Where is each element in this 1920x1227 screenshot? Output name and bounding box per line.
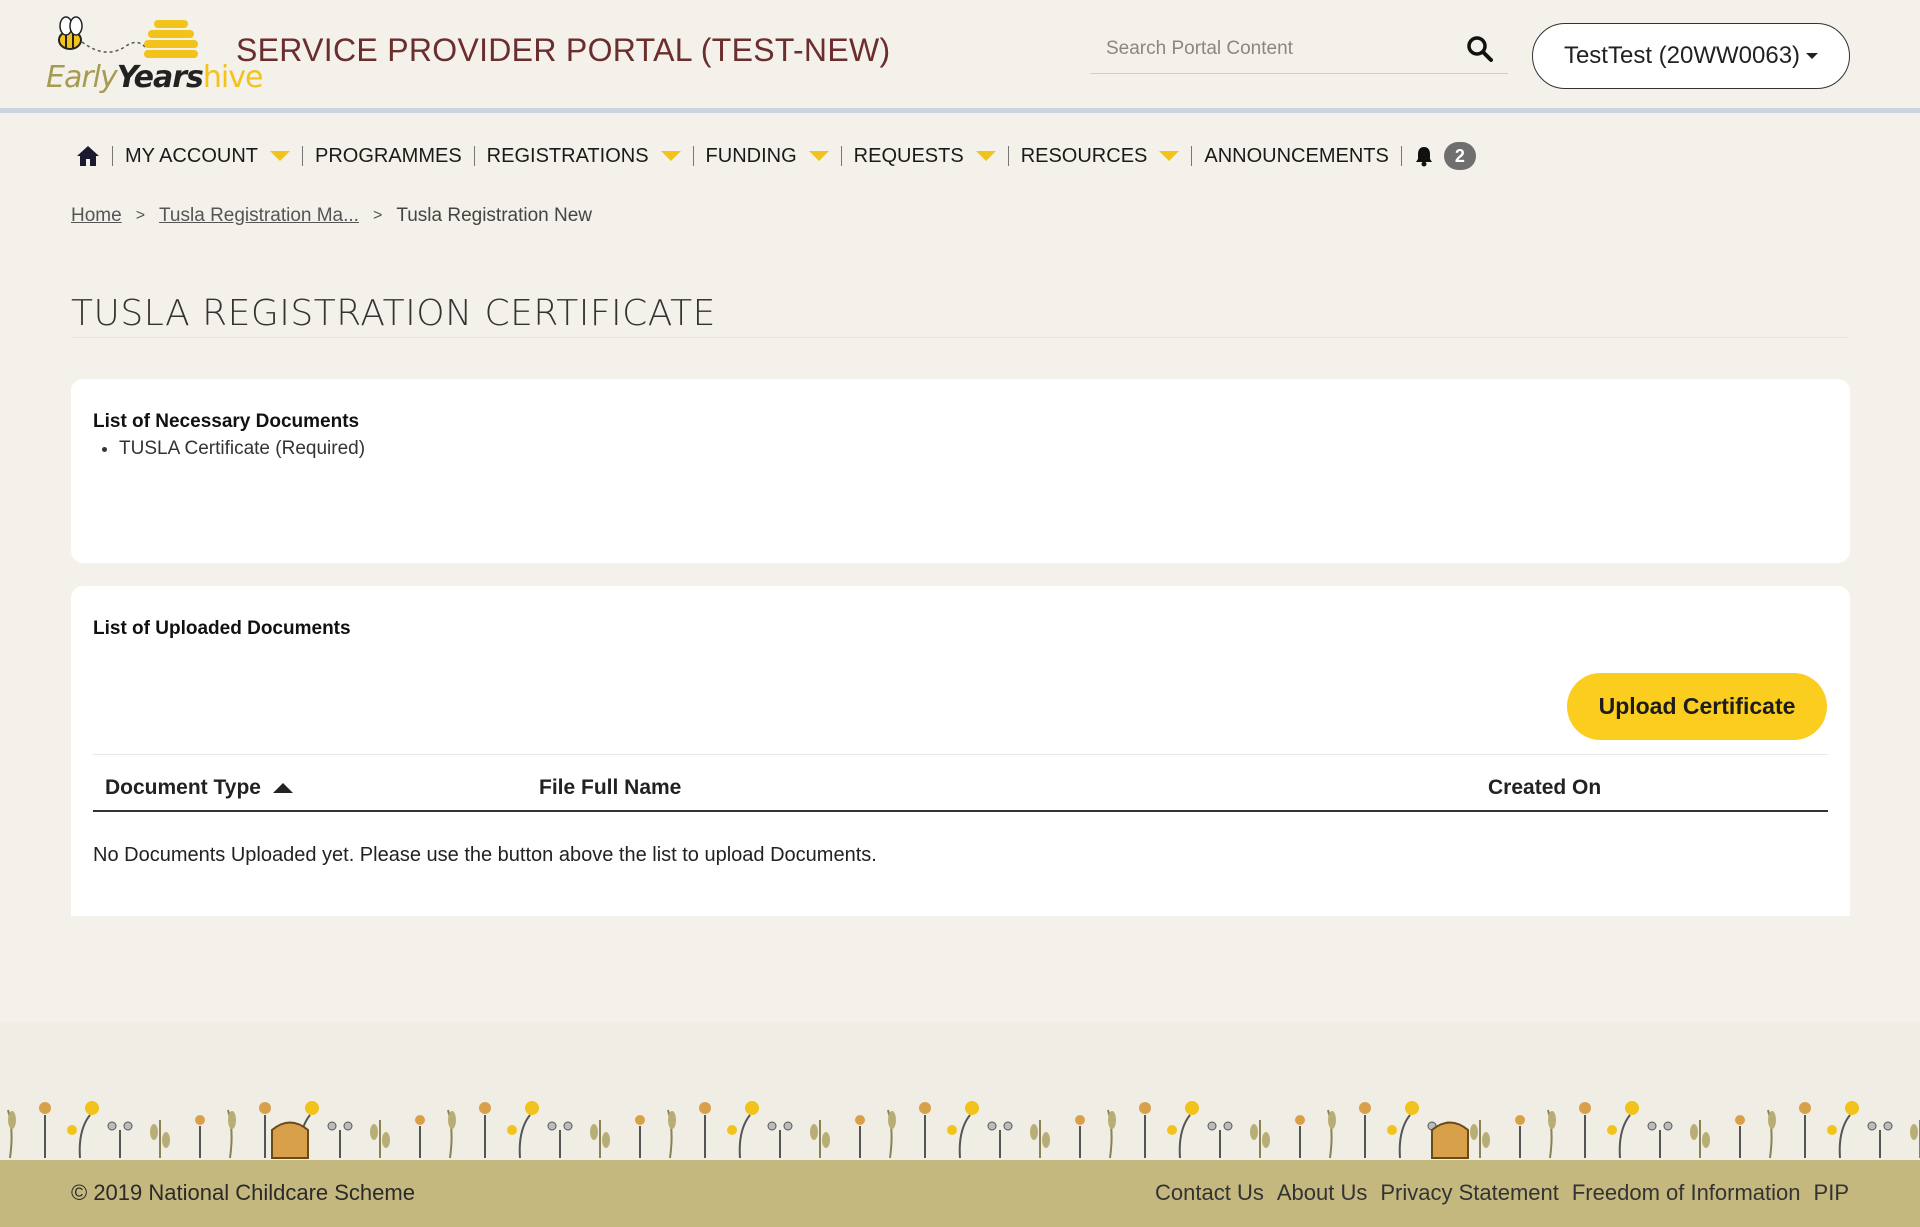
footer-flower-decoration <box>0 1022 1920 1160</box>
copyright-text: © 2019 National Childcare Scheme <box>71 1180 415 1205</box>
main-nav: MY ACCOUNT PROGRAMMES REGISTRATIONS FUND… <box>76 140 1476 172</box>
dropdown-arrow-icon <box>1159 151 1180 161</box>
footer-bar: © 2019 National Childcare Scheme Contact… <box>0 1160 1920 1227</box>
nav-label: PROGRAMMES <box>314 144 462 167</box>
necessary-documents-panel: List of Necessary Documents TUSLA Certif… <box>71 379 1850 563</box>
nav-label: REGISTRATIONS <box>486 144 649 167</box>
nav-label: ANNOUNCEMENTS <box>1204 144 1389 167</box>
nav-notifications[interactable]: 2 <box>1414 142 1476 170</box>
nav-label: REQUESTS <box>853 144 964 167</box>
nav-my-account[interactable]: MY ACCOUNT <box>125 145 290 168</box>
empty-table-message: No Documents Uploaded yet. Please use th… <box>93 844 877 866</box>
search-icon[interactable] <box>1466 35 1494 63</box>
table-divider <box>93 754 1828 755</box>
footer-link-about-us[interactable]: About Us <box>1277 1180 1368 1206</box>
portal-title: SERVICE PROVIDER PORTAL (TEST-NEW) <box>236 32 891 68</box>
nav-label: MY ACCOUNT <box>125 144 258 167</box>
nav-label: FUNDING <box>705 144 797 167</box>
necessary-documents-list: TUSLA Certificate (Required) <box>119 438 365 460</box>
site-header: EarlyYearshive SERVICE PROVIDER PORTAL (… <box>0 0 1920 113</box>
nav-divider <box>692 146 694 166</box>
nav-home[interactable] <box>76 145 100 167</box>
nav-requests[interactable]: REQUESTS <box>854 145 996 168</box>
nav-divider <box>112 146 113 166</box>
breadcrumb-separator: > <box>135 207 146 224</box>
column-header-created-on[interactable]: Created On <box>1488 776 1601 800</box>
uploaded-documents-heading: List of Uploaded Documents <box>93 618 351 639</box>
nav-divider <box>301 146 303 166</box>
chevron-down-icon <box>1806 53 1819 59</box>
search-bar <box>1090 26 1508 74</box>
page-title: TUSLA REGISTRATION CERTIFICATE <box>71 293 716 334</box>
breadcrumb-home-link[interactable]: Home <box>71 205 122 227</box>
footer-link-contact-us[interactable]: Contact Us <box>1155 1180 1264 1206</box>
account-menu-button[interactable]: TestTest (20WW0063) <box>1532 23 1850 89</box>
home-icon <box>77 146 99 166</box>
column-header-file-full-name[interactable]: File Full Name <box>539 776 681 800</box>
breadcrumb-separator: > <box>372 207 383 224</box>
nav-divider <box>473 146 475 166</box>
necessary-documents-heading: List of Necessary Documents <box>93 411 360 432</box>
breadcrumb: Home > Tusla Registration Ma... > Tusla … <box>71 205 592 227</box>
search-input[interactable] <box>1090 26 1460 72</box>
footer-link-privacy-statement[interactable]: Privacy Statement <box>1380 1180 1559 1206</box>
dropdown-arrow-icon <box>808 151 829 161</box>
dropdown-arrow-icon <box>975 151 996 161</box>
table-header: Document Type File Full Name Created On <box>93 770 1828 812</box>
account-label: TestTest (20WW0063) <box>1563 42 1801 69</box>
notification-count-badge: 2 <box>1443 142 1476 170</box>
nav-divider <box>840 146 842 166</box>
flowers-illustration <box>7 1100 1920 1159</box>
nav-announcements[interactable]: ANNOUNCEMENTS <box>1204 145 1388 168</box>
upload-certificate-button[interactable]: Upload Certificate <box>1567 673 1827 740</box>
nav-registrations[interactable]: REGISTRATIONS <box>487 145 681 168</box>
column-label: File Full Name <box>539 776 682 799</box>
footer-links: Contact Us About Us Privacy Statement Fr… <box>1142 1180 1849 1206</box>
nav-funding[interactable]: FUNDING <box>706 145 829 168</box>
nav-divider <box>1007 146 1009 166</box>
column-header-document-type[interactable]: Document Type <box>105 776 293 800</box>
dropdown-arrow-icon <box>660 151 681 161</box>
nav-resources[interactable]: RESOURCES <box>1021 145 1180 168</box>
nav-label: RESOURCES <box>1020 144 1148 167</box>
footer-link-pip[interactable]: PIP <box>1814 1180 1849 1206</box>
column-label: Document Type <box>105 776 261 799</box>
bell-icon <box>1415 147 1432 167</box>
uploaded-documents-panel: List of Uploaded Documents Upload Certif… <box>71 586 1850 916</box>
nav-divider <box>1191 146 1193 166</box>
breadcrumb-parent-link[interactable]: Tusla Registration Ma... <box>159 205 359 227</box>
footer-link-freedom-of-information[interactable]: Freedom of Information <box>1572 1180 1801 1206</box>
sort-ascending-icon <box>272 783 293 793</box>
column-label: Created On <box>1488 776 1602 799</box>
list-item: TUSLA Certificate (Required) <box>119 438 365 460</box>
nav-divider <box>1400 146 1402 166</box>
early-years-hive-logo[interactable]: EarlyYearshive <box>46 10 263 100</box>
dropdown-arrow-icon <box>269 151 290 161</box>
logo-wordmark: EarlyYearshive <box>46 60 263 95</box>
nav-programmes[interactable]: PROGRAMMES <box>315 145 462 168</box>
breadcrumb-current: Tusla Registration New <box>396 205 593 226</box>
title-divider <box>71 337 1848 338</box>
